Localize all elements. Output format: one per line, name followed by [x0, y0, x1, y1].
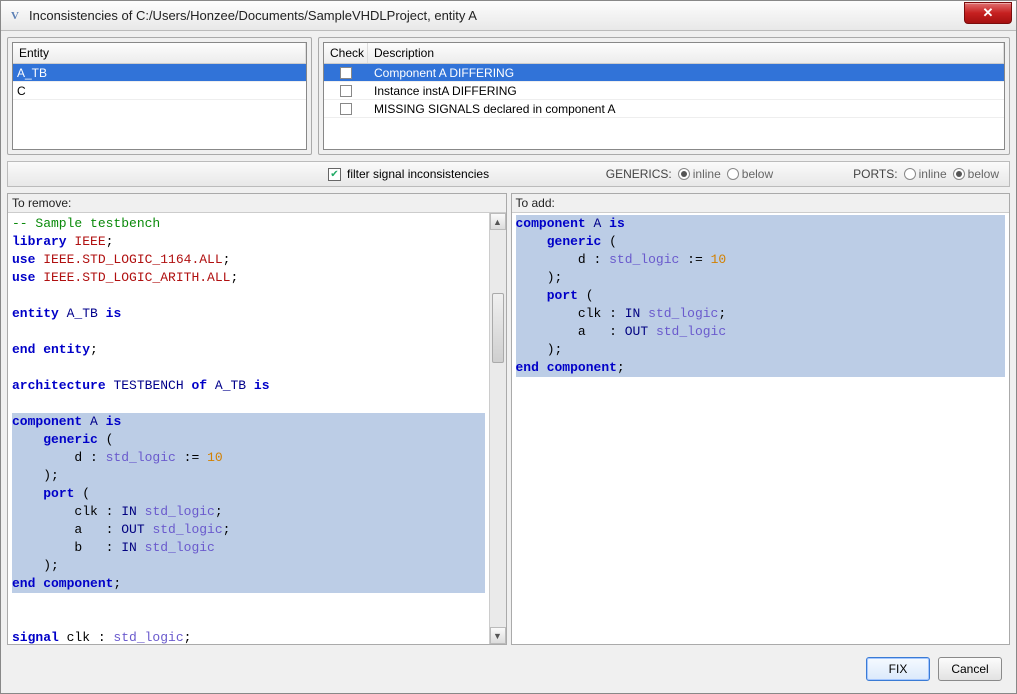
- close-icon: ✕: [983, 5, 994, 21]
- top-panels: Entity A_TB C Check Description: [7, 37, 1010, 155]
- check-row[interactable]: MISSING SIGNALS declared in component A: [324, 100, 1004, 118]
- entity-header-col: Entity: [13, 43, 306, 63]
- remove-pane: To remove: -- Sample testbench library I…: [7, 193, 507, 645]
- radio-icon: [727, 168, 739, 180]
- ports-below-radio[interactable]: below: [953, 167, 999, 181]
- window-title: Inconsistencies of C:/Users/Honzee/Docum…: [29, 8, 964, 23]
- scroll-thumb[interactable]: [492, 293, 504, 363]
- add-pane: To add: component A is generic ( d : std…: [511, 193, 1011, 645]
- radio-text: inline: [919, 167, 947, 181]
- check-row-checkbox[interactable]: [340, 85, 352, 97]
- inconsistencies-dialog: V Inconsistencies of C:/Users/Honzee/Doc…: [0, 0, 1017, 694]
- ports-label: PORTS:: [853, 167, 897, 181]
- check-row-desc: Instance instA DIFFERING: [368, 84, 1004, 98]
- scroll-down-icon[interactable]: ▼: [490, 627, 506, 644]
- entity-row[interactable]: C: [13, 82, 306, 100]
- radio-icon: [678, 168, 690, 180]
- app-icon: V: [7, 8, 23, 24]
- generics-below-radio[interactable]: below: [727, 167, 773, 181]
- add-code-text: component A is generic ( d : std_logic :…: [512, 213, 1010, 387]
- code-split: To remove: -- Sample testbench library I…: [7, 193, 1010, 645]
- titlebar: V Inconsistencies of C:/Users/Honzee/Doc…: [1, 1, 1016, 31]
- button-bar: FIX Cancel: [7, 651, 1010, 687]
- radio-text: below: [742, 167, 773, 181]
- filter-checkbox[interactable]: [328, 168, 341, 181]
- entity-row-label: A_TB: [13, 66, 306, 80]
- ports-inline-radio[interactable]: inline: [904, 167, 947, 181]
- checks-panel: Check Description Component A DIFFERING …: [318, 37, 1010, 155]
- fix-button[interactable]: FIX: [866, 657, 930, 681]
- dialog-content: Entity A_TB C Check Description: [1, 31, 1016, 693]
- cancel-button[interactable]: Cancel: [938, 657, 1002, 681]
- remove-scrollbar[interactable]: ▲ ▼: [489, 213, 506, 644]
- entity-panel: Entity A_TB C: [7, 37, 312, 155]
- checks-header-check: Check: [324, 43, 368, 63]
- close-button[interactable]: ✕: [964, 2, 1012, 24]
- filter-bar: filter signal inconsistencies GENERICS: …: [7, 161, 1010, 187]
- remove-code-view[interactable]: -- Sample testbench library IEEE; use IE…: [8, 213, 489, 644]
- scroll-up-icon[interactable]: ▲: [490, 213, 506, 230]
- generics-label: GENERICS:: [606, 167, 672, 181]
- add-pane-title: To add:: [512, 194, 1010, 213]
- entity-list[interactable]: Entity A_TB C: [12, 42, 307, 150]
- entity-list-header: Entity: [13, 43, 306, 64]
- radio-icon: [904, 168, 916, 180]
- remove-code-text: -- Sample testbench library IEEE; use IE…: [8, 213, 489, 644]
- checks-list[interactable]: Check Description Component A DIFFERING …: [323, 42, 1005, 150]
- check-row[interactable]: Instance instA DIFFERING: [324, 82, 1004, 100]
- fix-button-label: FIX: [889, 662, 908, 676]
- radio-icon: [953, 168, 965, 180]
- checks-header-desc: Description: [368, 43, 1004, 63]
- remove-pane-title: To remove:: [8, 194, 506, 213]
- entity-row-label: C: [13, 84, 306, 98]
- generics-inline-radio[interactable]: inline: [678, 167, 721, 181]
- radio-text: inline: [693, 167, 721, 181]
- check-row-desc: Component A DIFFERING: [368, 66, 1004, 80]
- filter-label: filter signal inconsistencies: [347, 167, 489, 181]
- check-row[interactable]: Component A DIFFERING: [324, 64, 1004, 82]
- add-code-view[interactable]: component A is generic ( d : std_logic :…: [512, 213, 1010, 644]
- check-row-checkbox[interactable]: [340, 103, 352, 115]
- radio-text: below: [968, 167, 999, 181]
- entity-row[interactable]: A_TB: [13, 64, 306, 82]
- check-row-checkbox[interactable]: [340, 67, 352, 79]
- check-row-desc: MISSING SIGNALS declared in component A: [368, 102, 1004, 116]
- checks-list-header: Check Description: [324, 43, 1004, 64]
- cancel-button-label: Cancel: [951, 662, 988, 676]
